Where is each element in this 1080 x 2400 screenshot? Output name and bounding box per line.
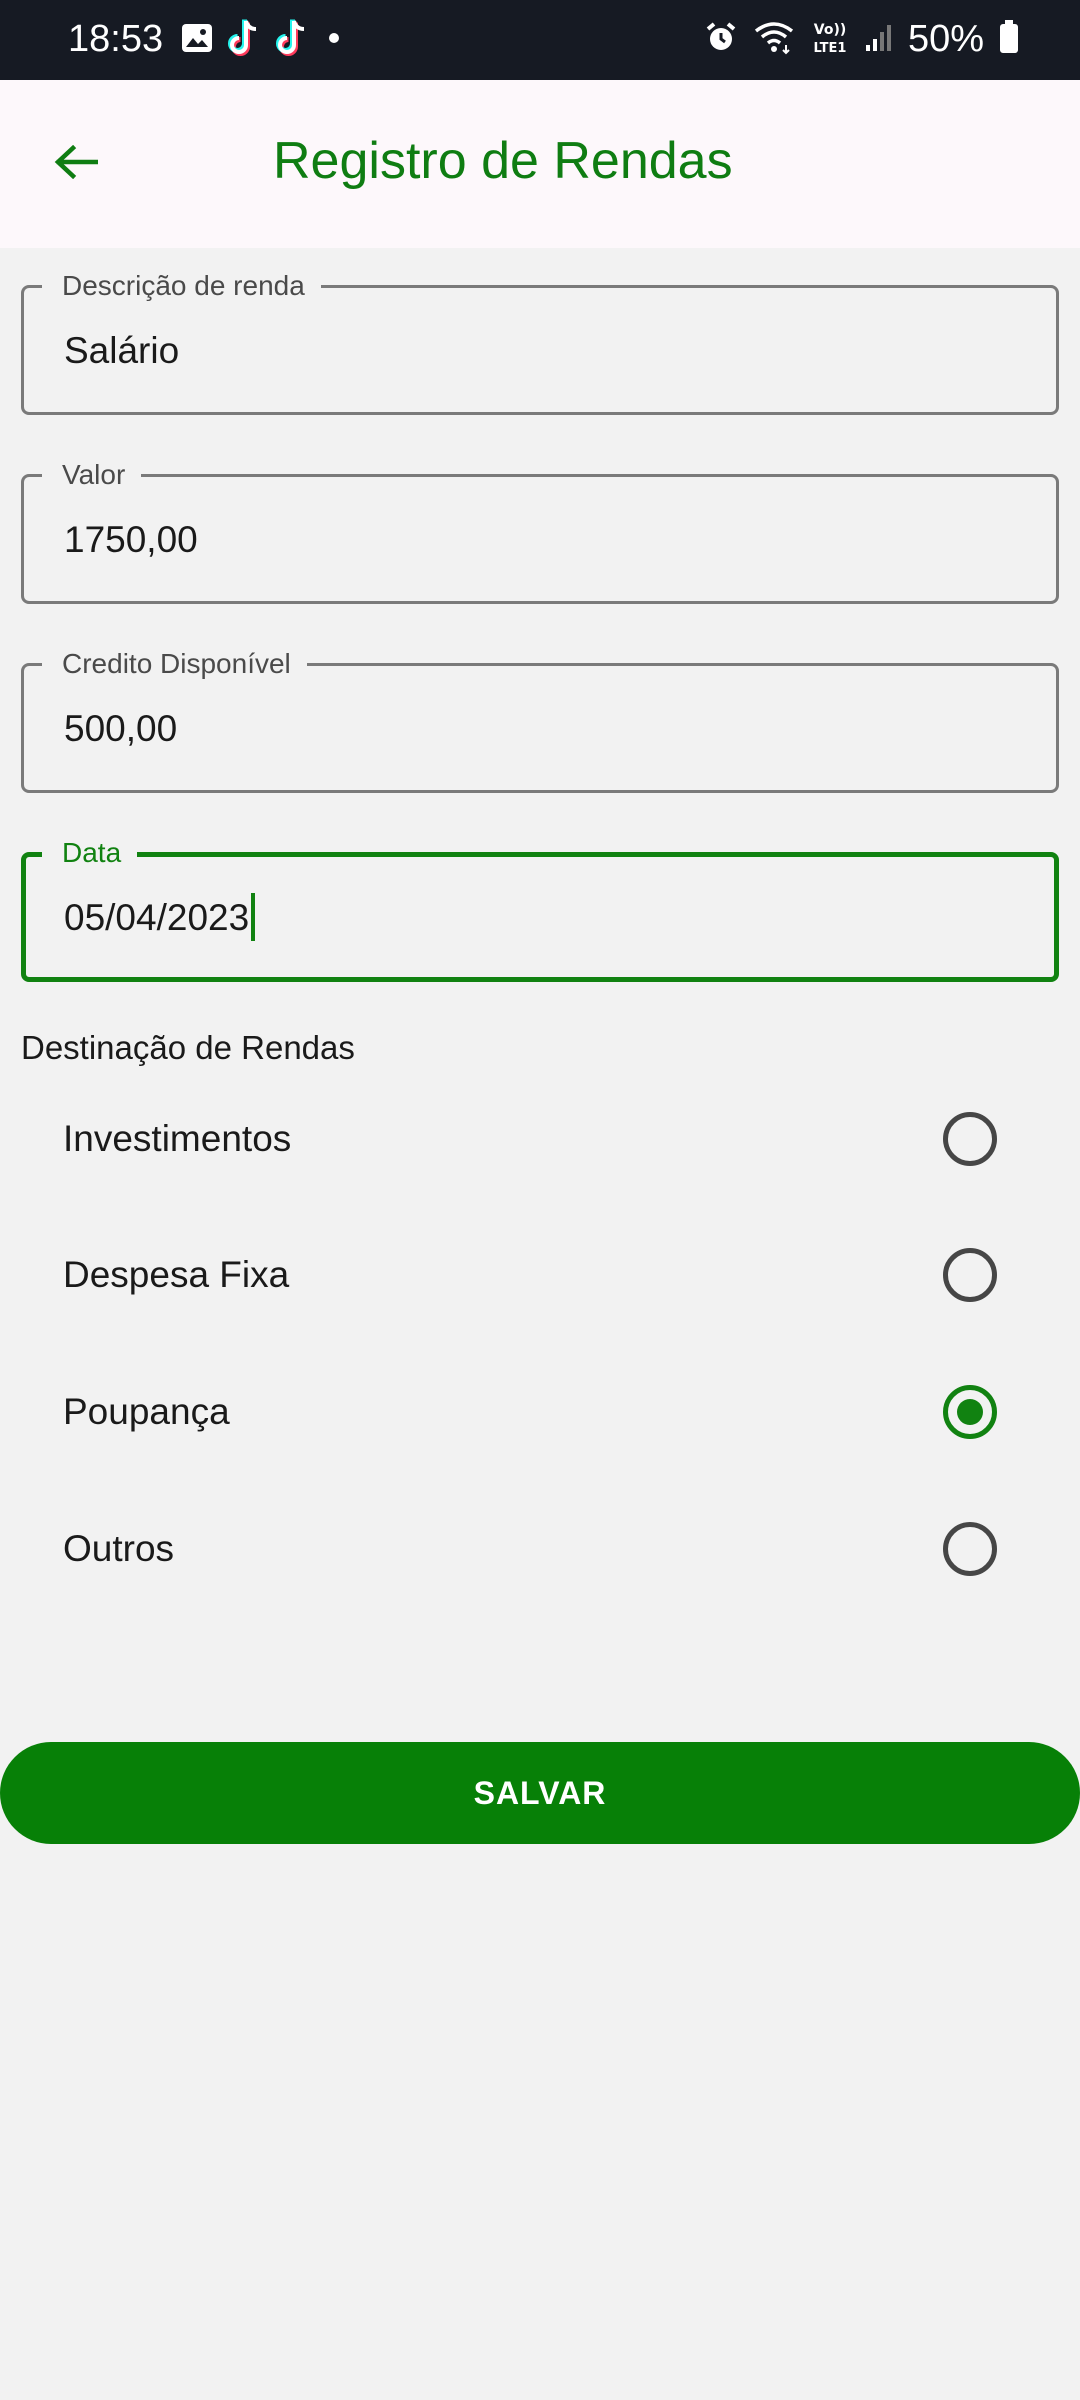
svg-text:LTE1: LTE1 bbox=[813, 41, 846, 55]
radio-button[interactable] bbox=[943, 1248, 997, 1302]
available-credit-field[interactable]: Credito Disponível 500,00 bbox=[21, 647, 1059, 793]
signal-icon bbox=[864, 21, 894, 58]
status-left-icons bbox=[180, 18, 346, 63]
value-field-label: Valor bbox=[42, 458, 142, 492]
app-bar: Registro de Rendas bbox=[0, 80, 1080, 248]
available-credit-field-value[interactable]: 500,00 bbox=[64, 706, 177, 752]
battery-percent: 50% bbox=[907, 18, 984, 60]
radio-option-label: Outros bbox=[63, 1528, 175, 1569]
destination-group-title: Destinação de Rendas bbox=[21, 1029, 355, 1066]
svg-text:Vo)): Vo)) bbox=[814, 22, 846, 38]
radio-button[interactable] bbox=[943, 1522, 997, 1576]
status-bar: 18:53 Vo)) LTE1 50% bbox=[0, 0, 1080, 80]
tiktok-icon bbox=[226, 18, 262, 63]
radio-option-label: Investimentos bbox=[63, 1118, 292, 1159]
radio-option-outros[interactable]: Outros bbox=[0, 1486, 1080, 1616]
page-title: Registro de Rendas bbox=[273, 132, 733, 190]
radio-option-investimentos[interactable]: Investimentos bbox=[0, 1076, 1080, 1206]
status-time: 18:53 bbox=[68, 18, 164, 60]
volte-icon: Vo)) LTE1 bbox=[810, 19, 850, 60]
status-right-icons: Vo)) LTE1 50% bbox=[704, 14, 1020, 64]
text-caret bbox=[251, 893, 256, 942]
back-button[interactable] bbox=[36, 124, 116, 204]
radio-button-checked[interactable] bbox=[943, 1385, 997, 1439]
radio-button[interactable] bbox=[943, 1112, 997, 1166]
value-field-value[interactable]: 1750,00 bbox=[64, 517, 198, 563]
radio-option-poupanca[interactable]: Poupança bbox=[0, 1349, 1080, 1479]
date-field-value[interactable]: 05/04/2023 bbox=[64, 893, 256, 942]
wifi-icon bbox=[752, 19, 796, 60]
radio-option-label: Poupança bbox=[63, 1391, 230, 1432]
dot-icon bbox=[322, 26, 346, 55]
available-credit-field-label: Credito Disponível bbox=[42, 647, 307, 681]
battery-icon bbox=[998, 19, 1020, 60]
date-field-label: Data bbox=[42, 836, 138, 870]
tiktok-icon bbox=[274, 18, 310, 63]
gallery-icon bbox=[180, 21, 214, 60]
radio-option-label: Despesa Fixa bbox=[63, 1254, 290, 1295]
date-field-text: 05/04/2023 bbox=[64, 897, 250, 938]
description-field-value[interactable]: Salário bbox=[64, 328, 179, 374]
description-field[interactable]: Descrição de renda Salário bbox=[21, 269, 1059, 415]
alarm-icon bbox=[704, 20, 738, 59]
save-button[interactable]: SALVAR bbox=[0, 1742, 1080, 1844]
date-field[interactable]: Data 05/04/2023 bbox=[21, 836, 1059, 982]
description-field-label: Descrição de renda bbox=[42, 269, 321, 303]
arrow-left-icon bbox=[54, 144, 99, 184]
value-field[interactable]: Valor 1750,00 bbox=[21, 458, 1059, 604]
radio-option-despesa-fixa[interactable]: Despesa Fixa bbox=[0, 1212, 1080, 1342]
